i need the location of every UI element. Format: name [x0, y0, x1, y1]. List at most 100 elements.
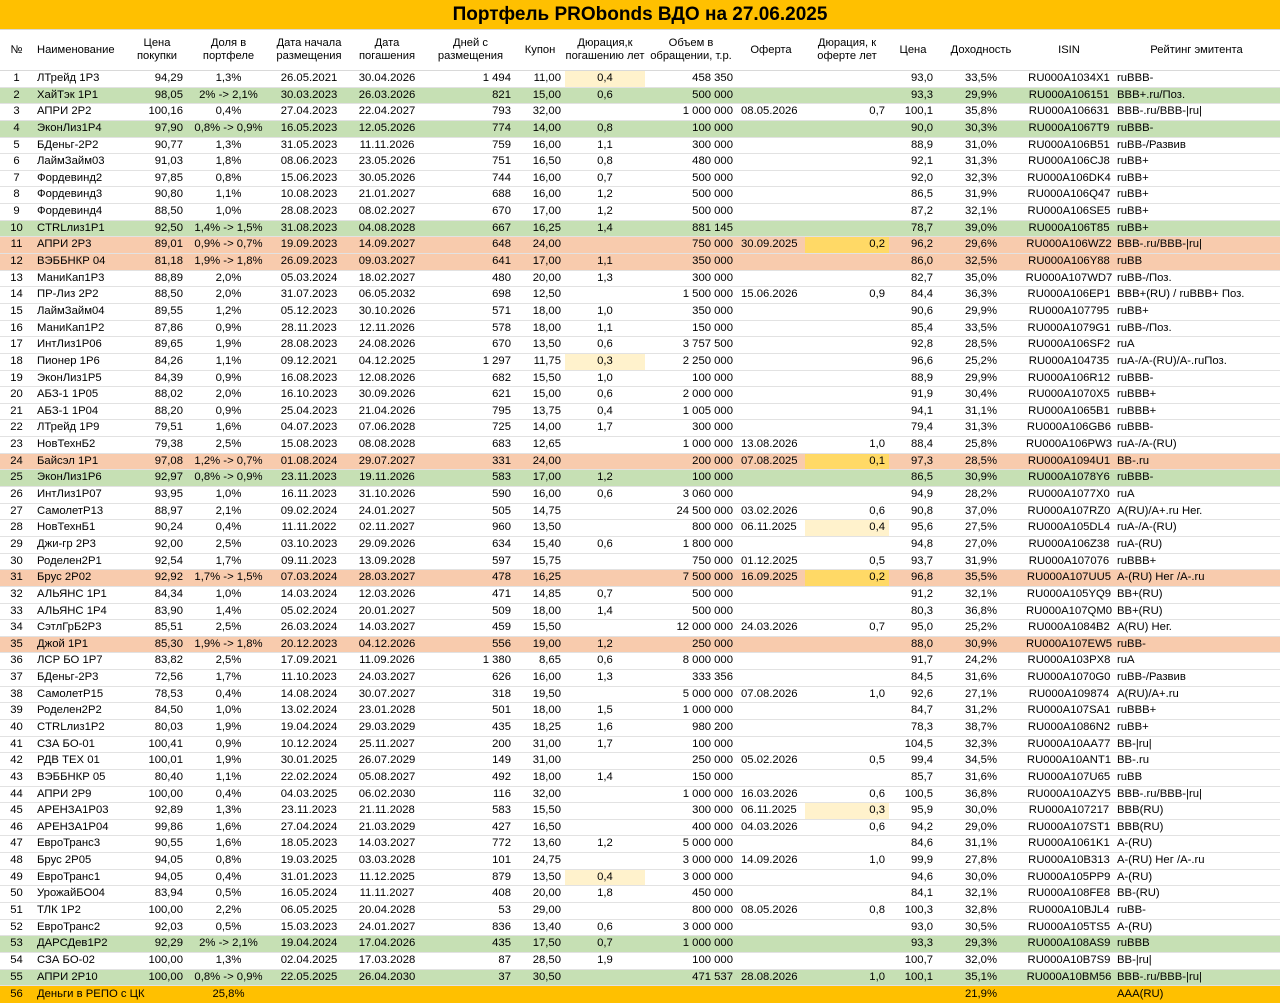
table-cell: 25,2% — [937, 620, 1025, 637]
table-cell: 03.02.2026 — [737, 503, 805, 520]
table-cell: 1 000 000 — [645, 703, 737, 720]
table-cell: 24.01.2027 — [348, 919, 426, 936]
table-cell: 29.03.2029 — [348, 719, 426, 736]
table-cell: 836 — [426, 919, 515, 936]
table-cell: RU000A1077X0 — [1025, 487, 1113, 504]
column-header: Цена — [889, 30, 937, 71]
table-cell: RU000A106Y88 — [1025, 254, 1113, 271]
table-body: 1ЛТрейд 1Р394,291,3%26.05.202130.04.2026… — [0, 71, 1280, 1003]
table-cell: 07.08.2025 — [737, 453, 805, 470]
table-cell: 85,4 — [889, 320, 937, 337]
table-cell: 30.09.2026 — [348, 387, 426, 404]
table-cell: ТЛК 1Р2 — [33, 903, 127, 920]
table-cell: 100,7 — [889, 952, 937, 969]
table-cell: 480 000 — [645, 154, 737, 171]
table-cell: 16.10.2023 — [270, 387, 348, 404]
table-cell: ruBBB+ — [1113, 553, 1280, 570]
table-cell: 28,5% — [937, 453, 1025, 470]
table-cell: 98,05 — [127, 87, 187, 104]
table-row: 31Брус 2Р0292,921,7% -> 1,5%07.03.202428… — [0, 570, 1280, 587]
table-cell: 16.05.2024 — [270, 886, 348, 903]
table-cell — [805, 653, 889, 670]
total-cell: Деньги в РЕПО с ЦК — [33, 986, 187, 1003]
table-cell — [737, 137, 805, 154]
table-cell: 1,2 — [565, 204, 645, 221]
table-cell — [737, 936, 805, 953]
table-cell: 1,3% — [187, 952, 270, 969]
table-cell: 19 — [0, 370, 33, 387]
table-cell: 800 000 — [645, 520, 737, 537]
table-cell: 09.11.2023 — [270, 553, 348, 570]
table-cell: RU000A1094U1 — [1025, 453, 1113, 470]
table-cell: 331 — [426, 453, 515, 470]
table-cell: 333 356 — [645, 670, 737, 687]
table-row: 46АРЕНЗА1Р0499,861,6%27.04.202421.03.202… — [0, 819, 1280, 836]
table-cell: ruBB- — [1113, 636, 1280, 653]
table-row: 18Пионер 1Р684,261,1%09.12.202104.12.202… — [0, 353, 1280, 370]
table-cell: RU000A107SA1 — [1025, 703, 1113, 720]
table-cell: 683 — [426, 437, 515, 454]
table-cell: RU000A103PX8 — [1025, 653, 1113, 670]
table-cell: 0,8% -> 0,9% — [187, 969, 270, 986]
table-cell: 13,50 — [515, 520, 565, 537]
table-cell: 32,1% — [937, 886, 1025, 903]
table-cell: 2,2% — [187, 903, 270, 920]
table-cell: 18,00 — [515, 303, 565, 320]
table-cell: 17.09.2021 — [270, 653, 348, 670]
table-cell: 99,86 — [127, 819, 187, 836]
table-cell: RU000A106EP1 — [1025, 287, 1113, 304]
table-cell: 03.10.2023 — [270, 536, 348, 553]
table-cell: 92,8 — [889, 337, 937, 354]
table-cell: 84,34 — [127, 586, 187, 603]
table-cell: АПРИ 2Р10 — [33, 969, 127, 986]
table-cell: 31,00 — [515, 753, 565, 770]
table-cell: ruA — [1113, 487, 1280, 504]
table-cell: 43 — [0, 769, 33, 786]
table-cell: 1,8% — [187, 154, 270, 171]
table-cell: 27,1% — [937, 686, 1025, 703]
table-cell: 1,0 — [805, 437, 889, 454]
table-cell: RU000A1065B1 — [1025, 403, 1113, 420]
table-cell — [737, 636, 805, 653]
table-cell: Пионер 1Р6 — [33, 353, 127, 370]
table-cell: Роделен2Р1 — [33, 553, 127, 570]
table-cell: 1,4% -> 1,5% — [187, 220, 270, 237]
table-cell: 79,38 — [127, 437, 187, 454]
table-cell: 670 — [426, 204, 515, 221]
table-cell: 24.08.2026 — [348, 337, 426, 354]
table-cell: 51 — [0, 903, 33, 920]
table-cell: 24.03.2026 — [737, 620, 805, 637]
table-row: 15ЛаймЗайм0489,551,2%05.12.202330.10.202… — [0, 303, 1280, 320]
table-cell: 492 — [426, 769, 515, 786]
table-cell: 84,7 — [889, 703, 937, 720]
table-cell: 19.11.2026 — [348, 470, 426, 487]
table-cell: 4 — [0, 120, 33, 137]
table-cell: 14.03.2024 — [270, 586, 348, 603]
table-cell: 17,50 — [515, 936, 565, 953]
table-row: 37БДеньг-2Р372,561,7%11.10.202324.03.202… — [0, 670, 1280, 687]
table-cell: 92,29 — [127, 936, 187, 953]
table-cell: ruBBB+ — [1113, 703, 1280, 720]
table-cell — [805, 836, 889, 853]
table-cell: 28.08.2023 — [270, 337, 348, 354]
table-cell — [805, 187, 889, 204]
table-cell: 30,50 — [515, 969, 565, 986]
table-cell: ruA-/A-(RU)/A-.ruПоз. — [1113, 353, 1280, 370]
table-cell: RU000A107UU5 — [1025, 570, 1113, 587]
table-cell: 05.02.2024 — [270, 603, 348, 620]
table-row: 7Фордевинд297,850,8%15.06.202330.05.2026… — [0, 170, 1280, 187]
table-cell: 31,2% — [937, 703, 1025, 720]
table-cell: 16 — [0, 320, 33, 337]
table-cell: АЛЬЯНС 1Р1 — [33, 586, 127, 603]
table-cell: 1,2 — [565, 470, 645, 487]
table-cell: 92,54 — [127, 553, 187, 570]
table-cell: 408 — [426, 886, 515, 903]
table-cell: 35 — [0, 636, 33, 653]
table-cell: RU000A107076 — [1025, 553, 1113, 570]
table-cell: 78,3 — [889, 719, 937, 736]
table-cell: 500 000 — [645, 586, 737, 603]
page-title: Портфель PRObonds ВДО на 27.06.2025 — [0, 0, 1280, 30]
table-cell: 88,0 — [889, 636, 937, 653]
table-cell — [737, 487, 805, 504]
table-cell: 0,6 — [565, 337, 645, 354]
